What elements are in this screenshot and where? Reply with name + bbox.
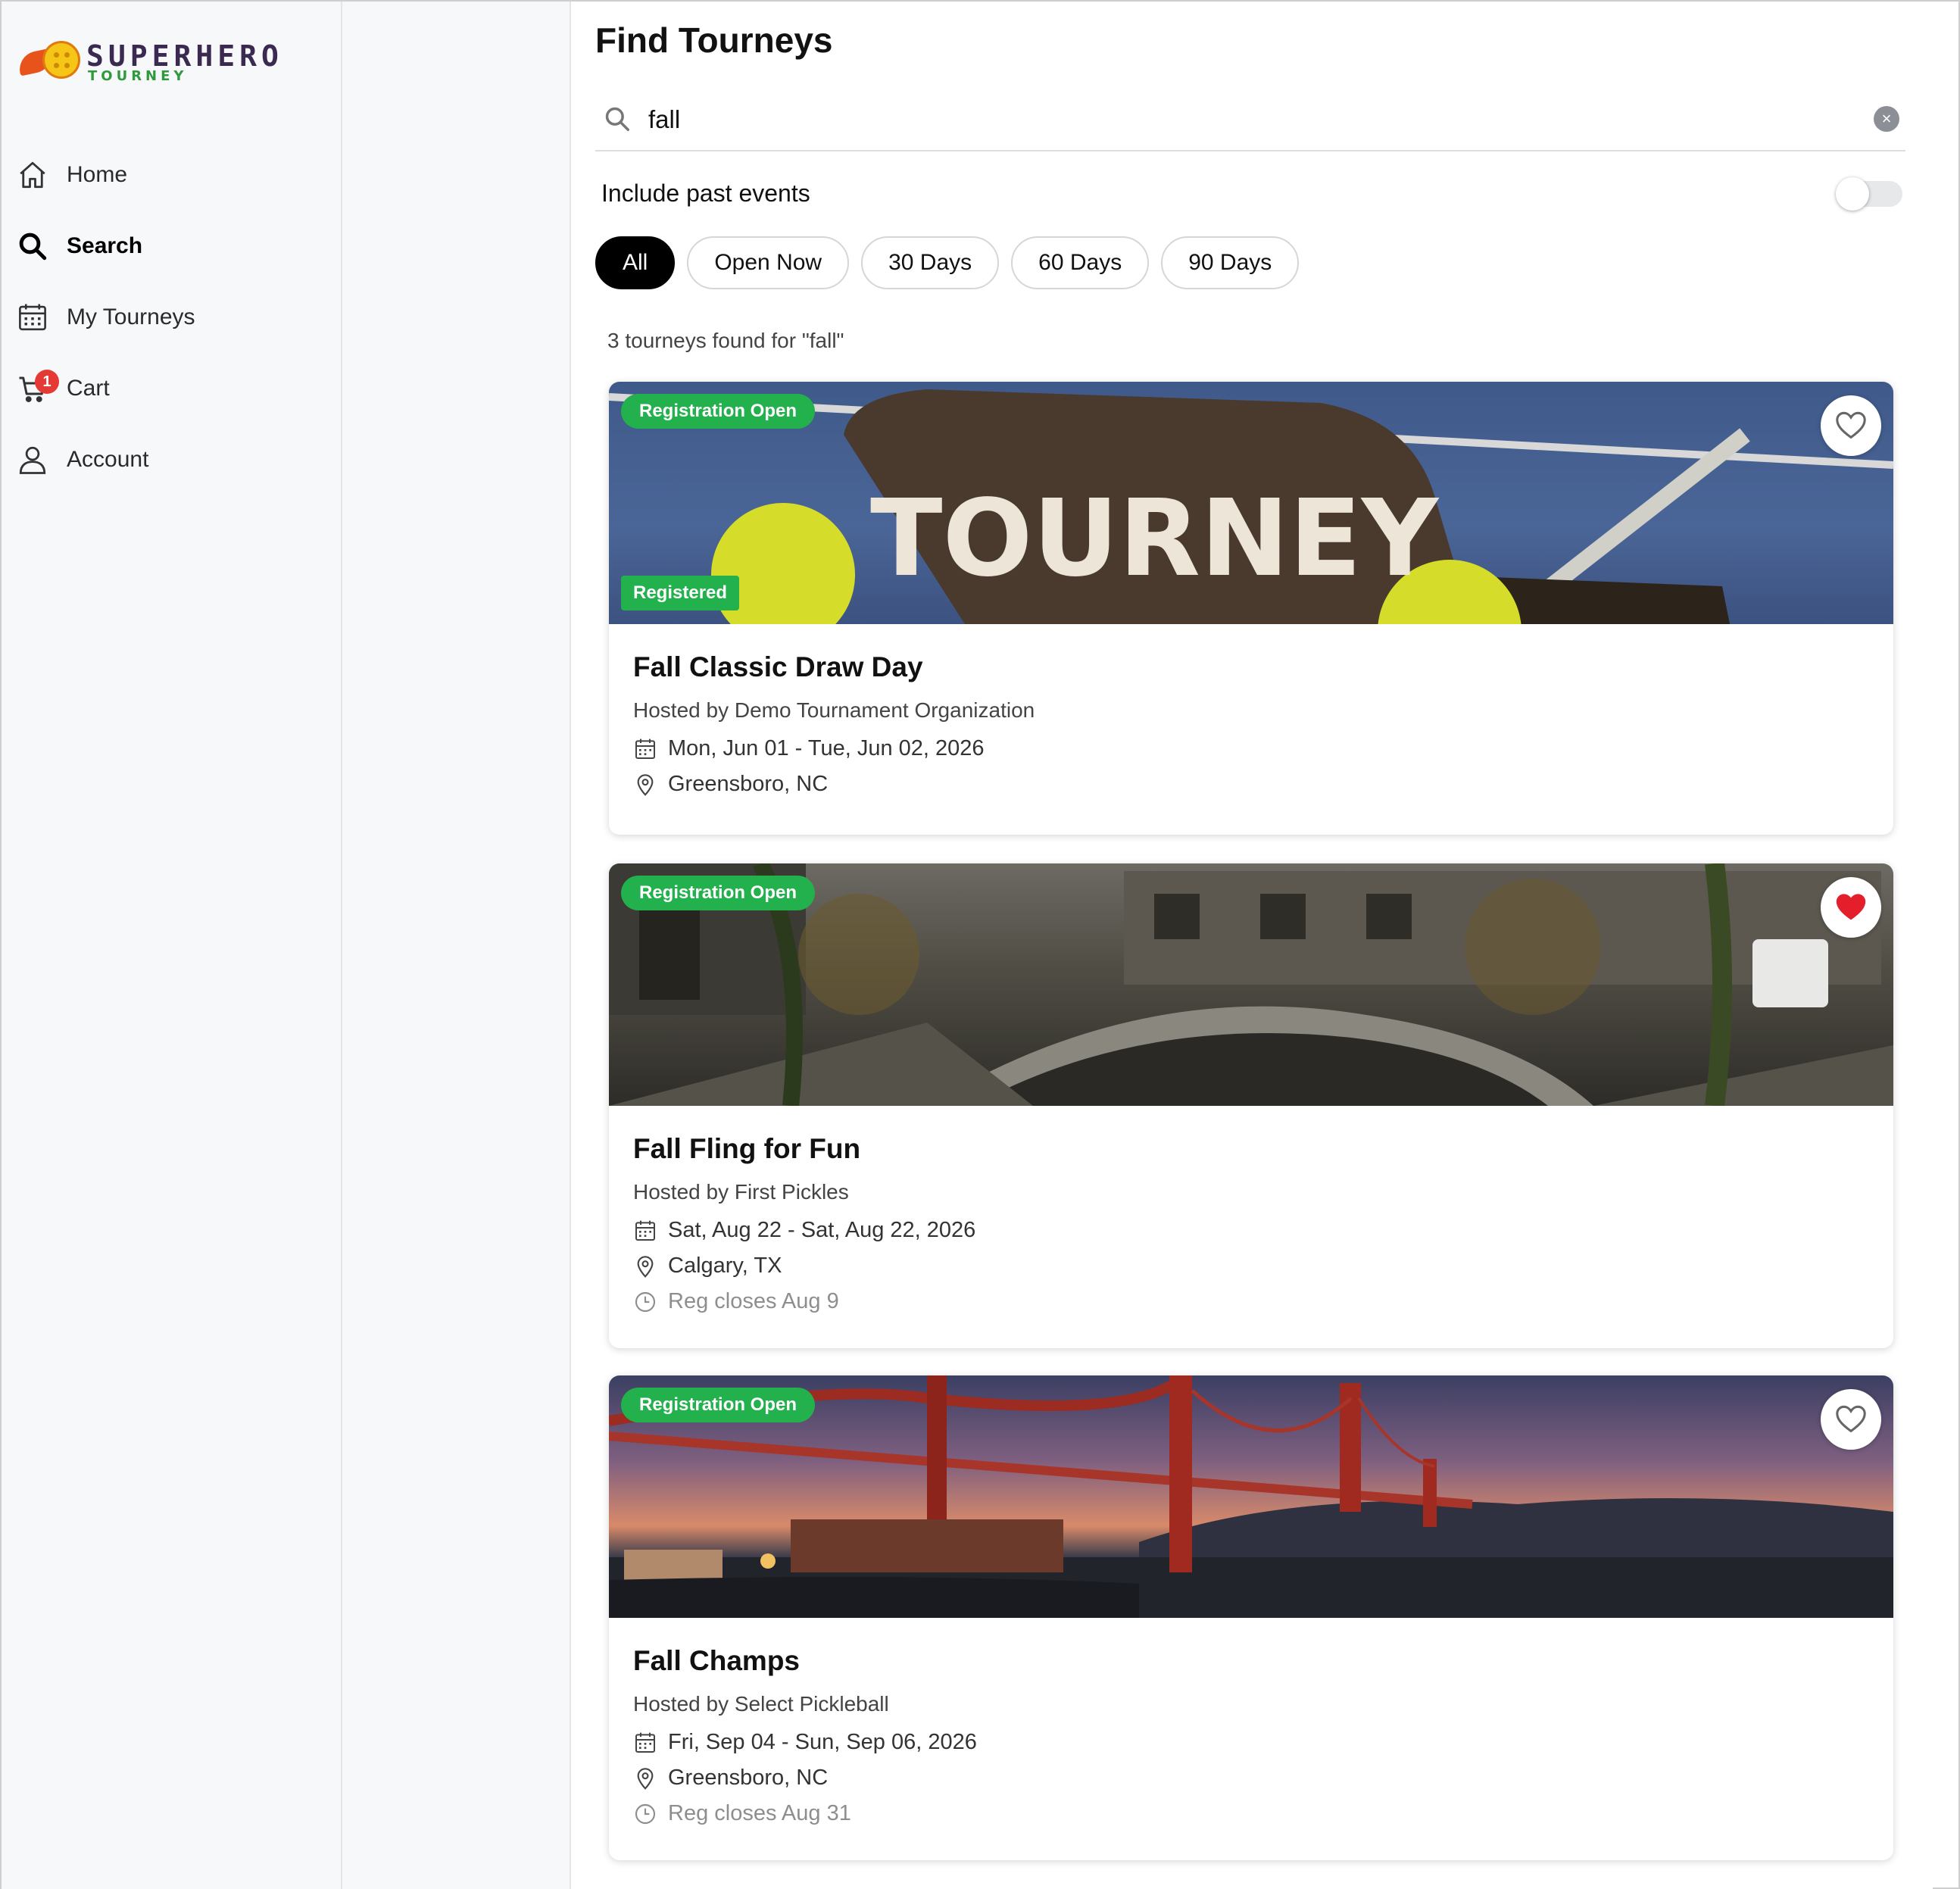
registration-deadline: Reg closes Aug 31 bbox=[633, 1801, 1869, 1826]
tourney-title: Fall Classic Draw Day bbox=[633, 651, 923, 682]
clock-icon bbox=[635, 1803, 656, 1824]
tourney-card[interactable]: Registration Open Fall Fling for Fun Hos… bbox=[609, 863, 1893, 1348]
sidebar-item-my-tourneys[interactable]: My Tourneys bbox=[2, 282, 341, 353]
tourney-image: TOURNEY Registration Open Registered bbox=[609, 382, 1893, 624]
toggle-knob bbox=[1836, 177, 1869, 211]
favorite-button[interactable] bbox=[1821, 395, 1881, 456]
include-past-events-toggle[interactable] bbox=[1836, 177, 1902, 211]
heart-filled-icon bbox=[1836, 894, 1866, 920]
search-input[interactable] bbox=[648, 100, 1830, 139]
clock-icon bbox=[635, 1291, 656, 1312]
sidebar-item-label: Home bbox=[67, 162, 128, 187]
sidebar-item-home[interactable]: Home bbox=[2, 139, 341, 211]
page-title: Find Tourneys bbox=[595, 20, 833, 60]
sidebar-item-label: My Tourneys bbox=[67, 304, 195, 329]
tourney-location-text: Greensboro, NC bbox=[668, 772, 829, 796]
tourney-location-text: Calgary, TX bbox=[668, 1254, 782, 1278]
clear-search-button[interactable]: × bbox=[1874, 106, 1899, 132]
tourney-host: Hosted by Demo Tournament Organization bbox=[633, 698, 1035, 722]
location-pin-icon bbox=[637, 773, 654, 796]
tourney-dates: Fri, Sep 04 - Sun, Sep 06, 2026 bbox=[633, 1730, 1869, 1755]
registration-deadline-text: Reg closes Aug 9 bbox=[668, 1289, 839, 1313]
sidebar-item-account[interactable]: Account bbox=[2, 424, 341, 495]
tourney-location: Greensboro, NC bbox=[633, 772, 1869, 797]
card-body: Fall Fling for Fun Hosted by First Pickl… bbox=[609, 1106, 1893, 1314]
filter-chip-open-now[interactable]: Open Now bbox=[687, 236, 850, 289]
tourney-dates-text: Fri, Sep 04 - Sun, Sep 06, 2026 bbox=[668, 1730, 977, 1754]
registration-deadline-text: Reg closes Aug 31 bbox=[668, 1801, 851, 1825]
filter-chip-30-days[interactable]: 30 Days bbox=[861, 236, 1000, 289]
calendar-icon bbox=[19, 304, 46, 331]
sidebar-item-label: Account bbox=[67, 447, 149, 472]
results-summary: 3 tourneys found for "fall" bbox=[607, 329, 844, 352]
location-pin-icon bbox=[637, 1767, 654, 1790]
heart-outline-icon bbox=[1836, 411, 1866, 439]
include-past-events-label: Include past events bbox=[601, 180, 810, 207]
main-content: Find Tourneys × Include past events All … bbox=[571, 2, 1933, 1889]
tourney-title: Fall Fling for Fun bbox=[633, 1133, 861, 1164]
calendar-icon bbox=[635, 1732, 655, 1753]
sidebar: SUPERHERO TOURNEY Home Search My Tourney… bbox=[2, 2, 342, 1889]
sidebar-item-cart[interactable]: 1 Cart bbox=[2, 353, 341, 424]
logo-subtitle: TOURNEY bbox=[88, 68, 188, 84]
registration-deadline: Reg closes Aug 9 bbox=[633, 1289, 1869, 1314]
registered-badge: Registered bbox=[621, 576, 740, 610]
tourney-card[interactable]: TOURNEY Registration Open Registered Fal… bbox=[609, 382, 1893, 835]
filter-chip-60-days[interactable]: 60 Days bbox=[1011, 236, 1150, 289]
tourney-image: Registration Open bbox=[609, 1375, 1893, 1618]
tourney-dates-text: Mon, Jun 01 - Tue, Jun 02, 2026 bbox=[668, 736, 985, 760]
sidebar-item-label: Cart bbox=[67, 376, 110, 401]
search-icon bbox=[19, 233, 47, 261]
heart-outline-icon bbox=[1836, 1405, 1866, 1433]
location-pin-icon bbox=[637, 1255, 654, 1278]
calendar-icon bbox=[635, 738, 655, 759]
status-badge: Registration Open bbox=[621, 394, 816, 429]
sidebar-nav: Home Search My Tourneys 1 Cart Account bbox=[2, 139, 341, 495]
favorite-button[interactable] bbox=[1821, 1389, 1881, 1450]
status-badge: Registration Open bbox=[621, 876, 816, 910]
tourney-location-text: Greensboro, NC bbox=[668, 1766, 829, 1790]
tourney-host: Hosted by Select Pickleball bbox=[633, 1692, 889, 1716]
cart-count-badge: 1 bbox=[35, 370, 59, 394]
calendar-icon bbox=[635, 1220, 655, 1241]
sidebar-item-label: Search bbox=[67, 233, 143, 258]
favorite-button[interactable] bbox=[1821, 877, 1881, 938]
sidebar-item-search[interactable]: Search bbox=[2, 211, 341, 282]
tourney-image: Registration Open bbox=[609, 863, 1893, 1106]
tourney-location: Calgary, TX bbox=[633, 1254, 1869, 1279]
filter-chip-90-days[interactable]: 90 Days bbox=[1161, 236, 1300, 289]
app-logo[interactable]: SUPERHERO TOURNEY bbox=[16, 36, 291, 89]
tourney-card[interactable]: Registration Open Fall Champs Hosted by … bbox=[609, 1375, 1893, 1860]
search-bar: × bbox=[595, 92, 1905, 151]
tourney-dates-text: Sat, Aug 22 - Sat, Aug 22, 2026 bbox=[668, 1218, 976, 1242]
filter-chip-all[interactable]: All bbox=[595, 236, 676, 289]
tourney-dates: Sat, Aug 22 - Sat, Aug 22, 2026 bbox=[633, 1218, 1869, 1243]
app-window: SUPERHERO TOURNEY Home Search My Tourney… bbox=[0, 0, 1960, 1889]
card-body: Fall Champs Hosted by Select Pickleball … bbox=[609, 1618, 1893, 1826]
status-badge: Registration Open bbox=[621, 1388, 816, 1422]
tourney-host: Hosted by First Pickles bbox=[633, 1180, 849, 1204]
user-icon bbox=[19, 446, 46, 474]
tourney-dates: Mon, Jun 01 - Tue, Jun 02, 2026 bbox=[633, 736, 1869, 761]
image-wordmark: TOURNEY bbox=[870, 477, 1440, 601]
secondary-panel bbox=[342, 2, 571, 1889]
date-filter-chips: All Open Now 30 Days 60 Days 90 Days bbox=[595, 236, 1300, 289]
card-body: Fall Classic Draw Day Hosted by Demo Tou… bbox=[609, 624, 1893, 797]
search-icon bbox=[605, 107, 629, 131]
home-icon bbox=[20, 161, 45, 189]
include-past-events-row: Include past events bbox=[595, 172, 1905, 217]
tourney-location: Greensboro, NC bbox=[633, 1766, 1869, 1791]
logo-ball-icon bbox=[42, 41, 80, 79]
tourney-title: Fall Champs bbox=[633, 1645, 800, 1676]
